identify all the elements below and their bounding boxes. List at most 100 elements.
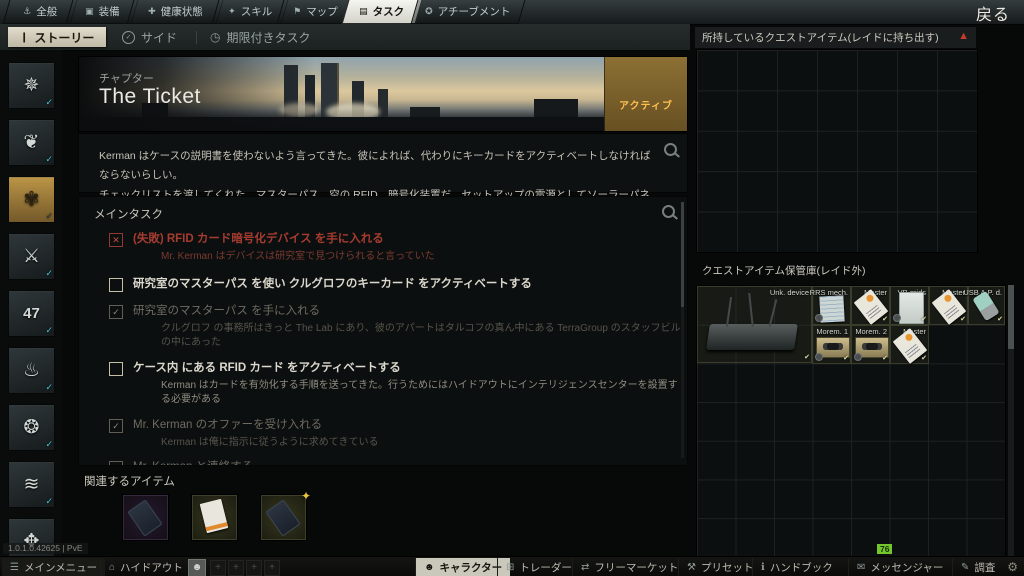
task-section-title: メインタスク: [94, 206, 687, 222]
47-icon: 47: [23, 305, 40, 322]
tab-timed-tasks[interactable]: ◷ 期限付きタスク: [210, 28, 311, 46]
carried-quest-items-grid[interactable]: [696, 49, 978, 253]
sidebar-chapter-5[interactable]: 47 ✓: [8, 290, 55, 337]
green-count-badge: 76: [877, 544, 892, 554]
check-icon: ✓: [45, 268, 53, 279]
task-row: ✓ Mr. Kerman のオファーを受け入れる: [109, 418, 687, 433]
check-icon: ✓: [45, 325, 53, 336]
item-vb-grids[interactable]: VB grids ✔: [890, 286, 929, 325]
tab-health[interactable]: ✚健康状態: [127, 0, 224, 24]
keycard-icon: [265, 499, 300, 536]
sidebar-chapter-2[interactable]: ❦✓: [8, 119, 55, 166]
note-icon: [819, 295, 844, 322]
found-check-icon: ✔: [921, 354, 927, 362]
storage-scrollbar[interactable]: [1008, 285, 1014, 556]
group-slot-add-button[interactable]: +: [264, 560, 280, 576]
found-check-icon: ✔: [882, 315, 888, 323]
related-item-keycard[interactable]: [122, 494, 169, 541]
checkbox-open[interactable]: [109, 362, 123, 376]
status-dot-icon: [893, 314, 901, 322]
description-line-1: Kerman はケースの説明書を使わないよう言ってきた。彼によれば、代わりにキー…: [99, 147, 651, 186]
related-items-title: 関連するアイテム: [84, 473, 175, 489]
task-row: ✓ Mr. Kerman と連絡する: [109, 460, 687, 466]
envelope-icon: ✉: [857, 562, 865, 573]
group-slot-add-button[interactable]: +: [228, 560, 244, 576]
status-dot-icon: [854, 353, 862, 361]
checkbox-done[interactable]: ✓: [109, 419, 123, 433]
main-task-panel: メインタスク ✕ (失敗) RFID カード暗号化デバイス を手に入れる Mr.…: [78, 196, 688, 466]
task-row: ✓ 研究室のマスターパス を手に入れる: [109, 304, 687, 319]
tab-tasks[interactable]: ▤タスク: [342, 0, 423, 24]
preset-button[interactable]: ⚒ プリセット: [678, 558, 761, 576]
item-master-1[interactable]: Master ✔: [851, 286, 890, 325]
chapter-banner: チャプター The Ticket アクティブ: [78, 56, 688, 132]
exchange-icon: ⇄: [581, 562, 589, 573]
messenger-button[interactable]: ✉ メッセンジャー: [848, 558, 951, 576]
status-dot-icon: [815, 353, 823, 361]
sidebar-chapter-1[interactable]: ✵✓: [8, 62, 55, 109]
keycard-icon: [127, 499, 162, 536]
map-pin-icon: ⚑: [293, 6, 301, 17]
checkbox-done[interactable]: ✓: [109, 305, 123, 319]
clock-icon: ◷: [210, 30, 220, 44]
found-check-icon: ✔: [960, 315, 966, 323]
skills-icon: ✦: [228, 6, 236, 17]
document-icon: [200, 499, 229, 533]
achievement-icon: ✪: [426, 6, 434, 17]
back-button[interactable]: 戻る: [976, 1, 1010, 25]
item-moreman-tape-1[interactable]: Morem. 1 ✔: [812, 325, 851, 364]
handbook-button[interactable]: ℹ ハンドブック: [752, 558, 841, 576]
task-scrollbar[interactable]: [681, 202, 684, 458]
anchor-icon: ⚓: [23, 6, 31, 17]
sidebar-chapter-7[interactable]: ❂✓: [8, 404, 55, 451]
item-moreman-tape-2[interactable]: Morem. 2 ✔: [851, 325, 890, 364]
fleur-icon: ❦: [24, 131, 40, 154]
item-usb-adapter[interactable]: USB A.P. d. ✔: [968, 286, 1005, 325]
magnifier-icon[interactable]: [664, 143, 677, 156]
check-icon: ✓: [45, 439, 53, 450]
hideout-button[interactable]: ⌂ ハイドアウト: [100, 558, 191, 576]
tab-story[interactable]: ❙ ストーリー: [8, 27, 106, 47]
found-check-icon: ✔: [882, 354, 888, 362]
top-nav-tabs: ⚓全般 ▣装備 ✚健康状態 ✦スキル ⚑マップ ▤タスク ✪アチーブメント: [6, 0, 517, 24]
checkbox-done[interactable]: ✓: [109, 461, 123, 466]
sidebar-chapter-active[interactable]: ✾✓: [8, 176, 55, 223]
magnifier-icon[interactable]: [662, 205, 675, 218]
sidebar-chapter-8[interactable]: ≋✓: [8, 461, 55, 508]
related-item-keycard-new[interactable]: ✦: [260, 494, 307, 541]
status-badge: アクティブ: [604, 57, 687, 131]
checkbox-open[interactable]: [109, 278, 123, 292]
task-note: Kerman はカードを有効化する手順を送ってきた。行うためにはハイドアウトにイ…: [161, 379, 687, 407]
related-item-document[interactable]: [191, 494, 238, 541]
bottom-bar: ☰ メインメニュー ⌂ ハイドアウト ☻ + + + + ☻ キャラクター ⊞ …: [0, 556, 1024, 576]
survey-button[interactable]: ✎ 調査: [952, 558, 1003, 576]
trader-button[interactable]: ⊞ トレーダー: [497, 558, 580, 576]
item-unknown-device[interactable]: Unk. device ✔: [697, 286, 812, 363]
hideout-icon: ⌂: [109, 562, 115, 573]
new-item-star-icon: ✦: [301, 489, 311, 503]
quest-storage-grid[interactable]: Unk. device ✔ RRS mech. Master ✔ VB grid…: [696, 285, 1006, 558]
checkbox-failed[interactable]: ✕: [109, 233, 123, 247]
tab-achievements[interactable]: ✪アチーブメント: [411, 0, 526, 24]
sidebar-chapter-6[interactable]: ♨✓: [8, 347, 55, 394]
chapter-description: Kerman はケースの説明書を使わないよう言ってきた。彼によれば、代わりにキー…: [78, 133, 688, 193]
check-icon: ✓: [45, 97, 53, 108]
check-icon: ✓: [45, 154, 53, 165]
item-master-3[interactable]: Master ✔: [890, 325, 929, 364]
flea-market-button[interactable]: ⇄ フリーマーケット: [572, 558, 686, 576]
main-menu-button[interactable]: ☰ メインメニュー: [2, 558, 105, 576]
group-slot-add-button[interactable]: +: [210, 560, 226, 576]
sidebar-chapter-4[interactable]: ⚔✓: [8, 233, 55, 280]
flame-icon: ♨: [23, 359, 40, 382]
chapter-banner-image: チャプター The Ticket: [79, 57, 604, 131]
task-row: ケース内 にある RFID カード をアクティベートする: [109, 361, 687, 376]
avatar[interactable]: ☻: [188, 559, 206, 576]
character-button[interactable]: ☻ キャラクター: [415, 558, 510, 576]
check-icon: ✓: [45, 496, 53, 507]
item-rrs-mechanism[interactable]: RRS mech.: [812, 286, 851, 325]
health-icon: ✚: [148, 6, 156, 17]
group-slot-add-button[interactable]: +: [246, 560, 262, 576]
settings-gear-icon[interactable]: ⚙: [1007, 560, 1018, 574]
task-list: ✕ (失敗) RFID カード暗号化デバイス を手に入れる Mr. Kerman…: [109, 232, 687, 466]
tab-side[interactable]: ✓ サイド: [122, 28, 177, 46]
